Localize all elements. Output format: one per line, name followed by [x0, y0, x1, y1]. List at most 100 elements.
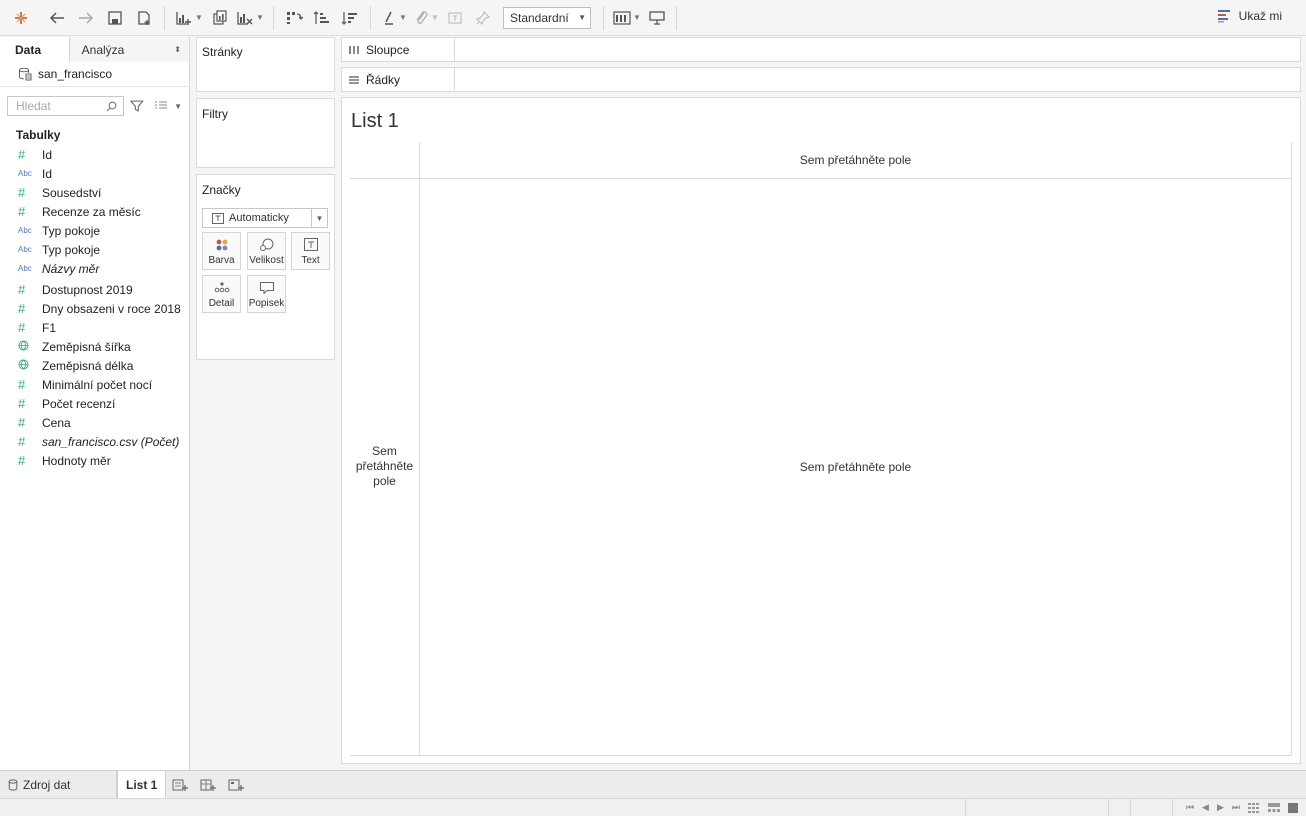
list-view-icon [155, 101, 168, 109]
color-button[interactable]: Barva [202, 232, 241, 270]
field-item[interactable]: # Minimální počet nocí [0, 375, 189, 394]
view-options-button[interactable]: ▼ [154, 101, 182, 111]
sort-descending-icon[interactable] [336, 0, 364, 36]
datasource-item[interactable]: san_francisco [0, 62, 189, 87]
size-button[interactable]: Velikost [247, 232, 286, 270]
main-drop-zone[interactable]: Sem přetáhněte pole [420, 178, 1292, 756]
field-item[interactable]: # Dny obsazeni v roce 2018 [0, 299, 189, 318]
rows-shelf-label: Řádky [342, 68, 455, 91]
color-icon [216, 239, 227, 251]
toolbar-separator [370, 5, 371, 30]
measure-number-icon: # [18, 415, 26, 430]
field-item[interactable]: # san_francisco.csv (Počet) [0, 432, 189, 451]
fix-axes-icon[interactable] [469, 0, 497, 36]
fit-dropdown[interactable]: Standardní ▼ [503, 6, 591, 29]
field-label: Id [42, 166, 53, 181]
measure-number-icon: # [18, 147, 26, 162]
group-members-icon[interactable]: ▼ [411, 0, 441, 36]
field-label: Sousedství [42, 185, 102, 200]
rows-shelf[interactable]: Řádky [341, 67, 1301, 92]
field-item[interactable]: # Dostupnost 2019 [0, 280, 189, 299]
rows-icon [349, 75, 359, 84]
measure-number-icon: # [18, 301, 26, 316]
field-label: Názvy měr [42, 261, 100, 276]
field-list: # Id Abc Id # Sousedství # Recenze za měsíc Abc T… [0, 145, 189, 470]
clear-sheet-icon[interactable]: ▼ [233, 0, 267, 36]
field-item[interactable]: # Hodnoty měr [0, 451, 189, 470]
text-button[interactable]: Text [291, 232, 330, 270]
measure-number-icon: # [18, 377, 26, 392]
detail-button[interactable]: Detail [202, 275, 241, 313]
duplicate-sheet-icon[interactable] [207, 0, 233, 36]
field-item[interactable]: # Id [0, 145, 189, 164]
field-item[interactable]: Abc Id [0, 164, 189, 183]
chevron-down-icon: ▼ [311, 209, 327, 227]
rows-drop-zone[interactable]: Sem přetáhněte pole [350, 178, 420, 756]
field-item[interactable]: # Počet recenzí [0, 394, 189, 413]
sheet-tab-list-1[interactable]: List 1 [117, 770, 167, 799]
field-item[interactable]: # F1 [0, 318, 189, 337]
filmstrip-icon[interactable] [1268, 802, 1280, 813]
status-bar: ⏮ ◀ ▶ ⏭ [0, 798, 1306, 816]
toolbar-separator [676, 5, 677, 30]
mark-type-dropdown[interactable]: Automaticky ▼ [202, 208, 328, 228]
sort-ascending-icon[interactable] [308, 0, 336, 36]
columns-shelf[interactable]: Sloupce [341, 37, 1301, 62]
filter-icon[interactable] [130, 99, 145, 113]
save-icon[interactable] [100, 0, 130, 36]
first-sheet-icon[interactable]: ⏮ [1186, 802, 1194, 813]
next-sheet-icon[interactable]: ▶ [1217, 802, 1224, 813]
field-item[interactable]: Abc Typ pokoje [0, 240, 189, 259]
highlight-icon[interactable]: ▼ [377, 0, 411, 36]
swap-rows-columns-icon[interactable] [280, 0, 308, 36]
show-mark-labels-icon[interactable] [441, 0, 469, 36]
presentation-mode-icon[interactable] [644, 0, 670, 36]
data-pane-tabs: Data Analýza ⬍ [0, 37, 189, 62]
toolbar-separator [273, 5, 274, 30]
new-datasource-icon[interactable] [130, 0, 158, 36]
sheet-sorter-icon[interactable] [1248, 802, 1260, 813]
field-item[interactable]: Zeměpisná šířka [0, 337, 189, 356]
field-item[interactable]: Zeměpisná délka [0, 356, 189, 375]
measure-number-icon: # [18, 453, 26, 468]
sheet-title[interactable]: List 1 [351, 110, 399, 133]
last-sheet-icon[interactable]: ⏭ [1232, 802, 1240, 813]
toolbar: ▼ ▼ ▼ ▼ Standardní ▼ ▼ Ukaž mi [0, 0, 1306, 36]
color-button-label: Barva [208, 255, 235, 266]
field-item[interactable]: # Cena [0, 413, 189, 432]
data-source-tab[interactable]: Zdroj dat [0, 771, 117, 798]
previous-sheet-icon[interactable]: ◀ [1202, 802, 1209, 813]
field-item[interactable]: Abc Názvy měr [0, 259, 189, 278]
tableau-logo-icon[interactable] [0, 0, 42, 36]
search-input[interactable]: Hledat [7, 96, 125, 116]
new-story-tab-button[interactable] [222, 771, 250, 798]
detail-button-label: Detail [208, 298, 235, 309]
tab-analysis[interactable]: Analýza ⬍ [69, 37, 189, 62]
tooltip-icon [259, 282, 274, 294]
redo-icon[interactable] [72, 0, 100, 36]
columns-drop-zone[interactable]: Sem přetáhněte pole [420, 142, 1292, 179]
undo-icon[interactable] [42, 0, 72, 36]
status-divider [1108, 798, 1109, 816]
new-dashboard-tab-button[interactable] [194, 771, 222, 798]
new-worksheet-icon[interactable]: ▼ [171, 0, 207, 36]
show-cards-icon[interactable]: ▼ [610, 0, 644, 36]
field-label: Id [42, 147, 53, 162]
fit-select[interactable]: Standardní ▼ [497, 0, 597, 36]
mark-type-value: Automaticky [229, 212, 289, 224]
tab-data[interactable]: Data [0, 37, 70, 62]
field-item[interactable]: Abc Typ pokoje [0, 221, 189, 240]
data-pane: Data Analýza ⬍ san_francisco Hledat ▼ Ta… [0, 37, 190, 770]
tabs-view-icon[interactable] [1288, 802, 1298, 813]
filters-card[interactable]: Filtry [196, 98, 335, 168]
tooltip-button[interactable]: Popisek [247, 275, 286, 313]
show-me-button[interactable]: Ukaž mi [1217, 9, 1282, 23]
text-mark-icon [212, 212, 224, 224]
new-worksheet-tab-button[interactable] [166, 771, 194, 798]
pages-card[interactable]: Stránky [196, 37, 335, 92]
field-item[interactable]: # Recenze za měsíc [0, 202, 189, 221]
field-item[interactable]: # Sousedství [0, 183, 189, 202]
text-button-label: Text [301, 255, 320, 266]
field-label: Recenze za měsíc [42, 204, 141, 219]
show-me-icon [1217, 10, 1230, 23]
